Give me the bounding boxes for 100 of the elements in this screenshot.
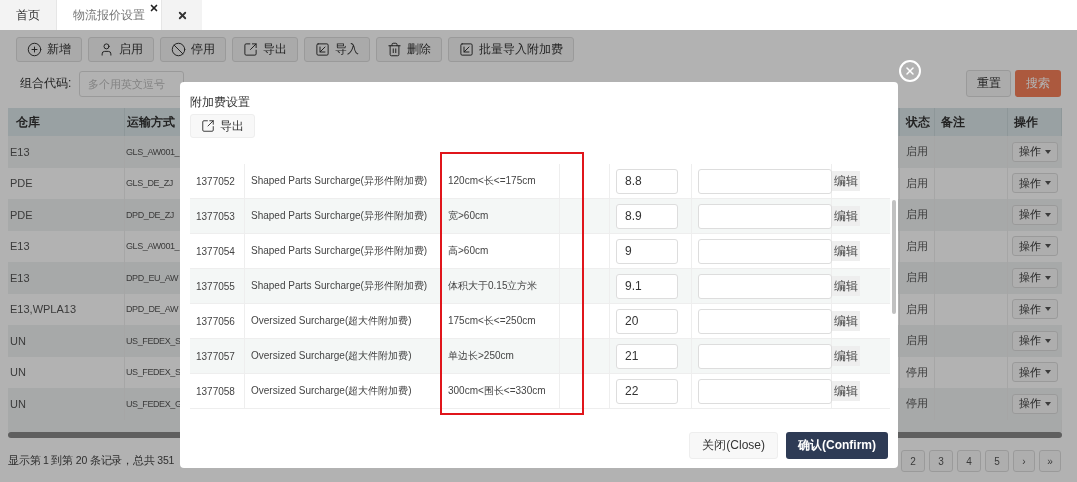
page-button[interactable]: 5: [985, 450, 1009, 472]
value-field[interactable]: 9.1: [616, 273, 678, 299]
toolbar-button[interactable]: 批量导入附加费: [448, 37, 574, 62]
plus-icon: [27, 42, 42, 57]
remark-field[interactable]: [698, 203, 832, 229]
action-dropdown[interactable]: 操作: [1012, 362, 1058, 383]
value-field[interactable]: 21: [616, 343, 678, 369]
toolbar-button[interactable]: 导入: [304, 37, 370, 62]
table-cell: Shaped Parts Surcharge(异形件附加费): [245, 269, 442, 303]
column-header: 仓库: [8, 108, 125, 136]
ban-icon: [171, 42, 186, 57]
action-dropdown[interactable]: 操作: [1012, 173, 1058, 194]
table-cell: E13,WPLA13: [8, 293, 125, 325]
action-dropdown[interactable]: 操作: [1012, 267, 1058, 288]
table-cell: 启用: [900, 136, 935, 168]
column-header: 操作: [1008, 108, 1062, 136]
table-cell: 启用: [900, 262, 935, 294]
table-cell: 1377058: [190, 374, 245, 408]
table-cell: 1377057: [190, 339, 245, 373]
caret-icon: [1045, 401, 1051, 406]
caret-icon: [1045, 181, 1051, 186]
caret-icon: [1045, 370, 1051, 375]
remark-field[interactable]: [698, 343, 832, 369]
edit-button[interactable]: 编辑: [832, 206, 860, 226]
reset-button[interactable]: 重置: [966, 70, 1011, 97]
edit-button[interactable]: 编辑: [832, 241, 860, 261]
remark-field[interactable]: [698, 168, 832, 194]
edit-button[interactable]: 编辑: [832, 171, 860, 191]
remark-field[interactable]: [698, 238, 832, 264]
value-field[interactable]: 8.8: [616, 168, 678, 194]
close-all-tab[interactable]: [162, 0, 202, 30]
tab[interactable]: 首页: [0, 0, 57, 30]
toolbar-button[interactable]: 停用: [160, 37, 226, 62]
table-cell: 启用: [900, 199, 935, 231]
caret-icon: [1045, 275, 1051, 280]
table-cell: 1377052: [190, 164, 245, 198]
scroll-thumb[interactable]: [892, 200, 896, 314]
edit-button[interactable]: 编辑: [832, 381, 860, 401]
value-field[interactable]: 22: [616, 378, 678, 404]
table-cell: UN: [8, 325, 125, 357]
column-header: 状态: [900, 108, 935, 136]
toolbar-button[interactable]: 删除: [376, 37, 442, 62]
column-header: 备注: [935, 108, 1008, 136]
table-cell: E13: [8, 262, 125, 294]
edit-button[interactable]: 编辑: [832, 311, 860, 331]
table-cell: E13: [8, 136, 125, 168]
remark-field[interactable]: [698, 378, 832, 404]
toolbar-button[interactable]: 启用: [88, 37, 154, 62]
filter-label: 组合代码:: [20, 75, 72, 92]
page-button[interactable]: »: [1039, 450, 1061, 472]
table-cell: Oversized Surcharge(超大件附加费): [245, 374, 442, 408]
caret-icon: [1045, 338, 1051, 343]
value-field[interactable]: 8.9: [616, 203, 678, 229]
import-icon: [459, 42, 474, 57]
table-cell: 停用: [900, 388, 935, 420]
table-cell: PDE: [8, 199, 125, 231]
export-button[interactable]: 导出: [190, 114, 255, 138]
confirm-button[interactable]: 确认(Confirm): [786, 432, 888, 459]
table-cell: 1377054: [190, 234, 245, 268]
close-icon[interactable]: [149, 3, 159, 13]
close-icon: [176, 9, 188, 21]
dialog-title: 附加费设置: [190, 94, 250, 111]
caret-icon: [1045, 212, 1051, 217]
page-button[interactable]: ›: [1013, 450, 1035, 472]
action-dropdown[interactable]: 操作: [1012, 330, 1058, 351]
table-cell: E13: [8, 230, 125, 262]
value-field[interactable]: 20: [616, 308, 678, 334]
trash-icon: [387, 42, 402, 57]
action-dropdown[interactable]: 操作: [1012, 299, 1058, 320]
page-button[interactable]: 4: [957, 450, 981, 472]
edit-button[interactable]: 编辑: [832, 346, 860, 366]
value-field[interactable]: 9: [616, 238, 678, 264]
toolbar-button[interactable]: 导出: [232, 37, 298, 62]
table-cell: 1377055: [190, 269, 245, 303]
action-dropdown[interactable]: 操作: [1012, 236, 1058, 257]
edit-button[interactable]: 编辑: [832, 276, 860, 296]
close-button[interactable]: 关闭(Close): [689, 432, 778, 459]
remark-field[interactable]: [698, 273, 832, 299]
table-cell: UN: [8, 356, 125, 388]
table-cell: Oversized Surcharge(超大件附加费): [245, 339, 442, 373]
remark-field[interactable]: [698, 308, 832, 334]
action-dropdown[interactable]: 操作: [1012, 204, 1058, 225]
import-icon: [315, 42, 330, 57]
table-cell: Shaped Parts Surcharge(异形件附加费): [245, 199, 442, 233]
page-button[interactable]: 3: [929, 450, 953, 472]
table-cell: 启用: [900, 325, 935, 357]
person-icon: [99, 42, 114, 57]
caret-icon: [1045, 244, 1051, 249]
pagination-summary: 显示第 1 到第 20 条记录，总共 351: [8, 454, 175, 468]
export-icon: [243, 42, 258, 57]
toolbar-button[interactable]: 新增: [16, 37, 82, 62]
table-cell: 1377053: [190, 199, 245, 233]
table-cell: UN: [8, 388, 125, 420]
table-cell: Oversized Surcharge(超大件附加费): [245, 304, 442, 338]
table-cell: 1377056: [190, 304, 245, 338]
action-dropdown[interactable]: 操作: [1012, 393, 1058, 414]
page-button[interactable]: 2: [901, 450, 925, 472]
action-dropdown[interactable]: 操作: [1012, 141, 1058, 162]
export-icon: [201, 119, 215, 133]
caret-icon: [1045, 307, 1051, 312]
